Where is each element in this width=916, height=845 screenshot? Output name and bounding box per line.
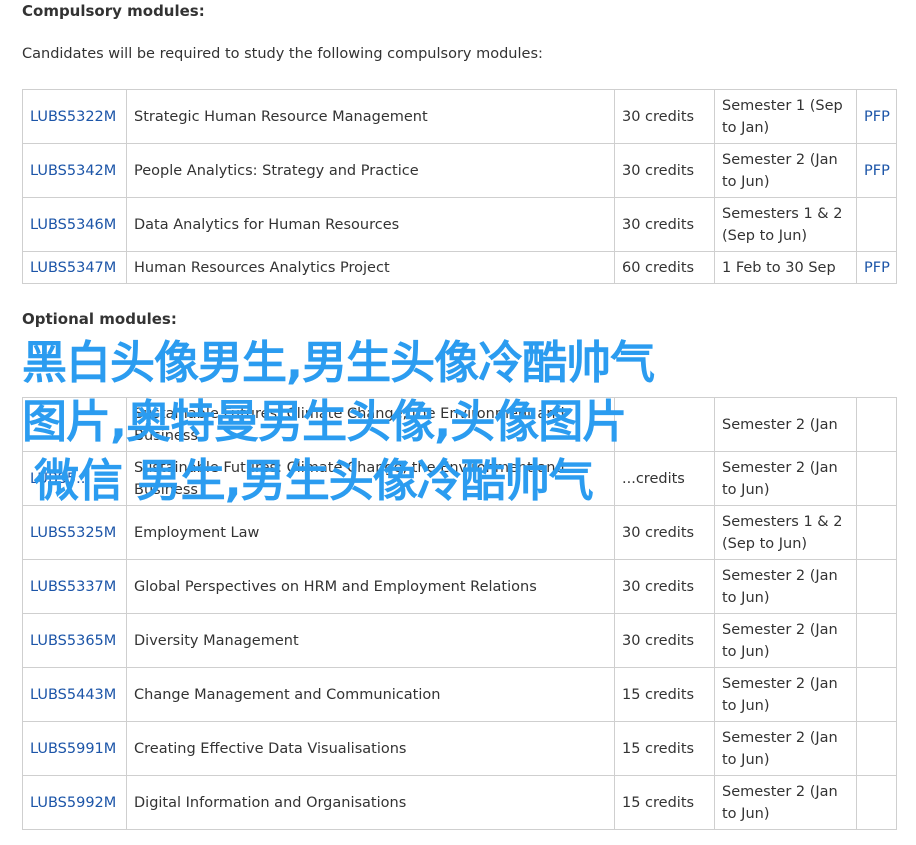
module-semester: Semester 2 (Jan to Jun) bbox=[714, 667, 857, 722]
module-credits: 60 credits bbox=[614, 251, 715, 284]
pfp-cell bbox=[856, 721, 897, 776]
table-row: LUBS5347M Human Resources Analytics Proj… bbox=[22, 251, 897, 284]
pfp-link[interactable]: PFP bbox=[864, 109, 890, 125]
module-title: Digital Information and Organisations bbox=[126, 775, 615, 830]
module-code-link[interactable]: LUBS5322M bbox=[30, 109, 116, 125]
module-credits: 15 credits bbox=[614, 721, 715, 776]
module-title: Strategic Human Resource Management bbox=[126, 89, 615, 144]
module-title: Creating Effective Data Visualisations bbox=[126, 721, 615, 776]
module-title: Employment Law bbox=[126, 505, 615, 560]
module-semester: Semesters 1 & 2 (Sep to Jun) bbox=[714, 505, 857, 560]
module-code-link[interactable]: LUBS5347M bbox=[30, 260, 116, 276]
module-code-cell: LUBS5337M bbox=[22, 559, 127, 614]
module-title: People Analytics: Strategy and Practice bbox=[126, 143, 615, 198]
table-row: LUBS5342M People Analytics: Strategy and… bbox=[22, 143, 897, 198]
pfp-cell bbox=[856, 559, 897, 614]
module-code-cell: LUBS5443M bbox=[22, 667, 127, 722]
module-code-link[interactable]: LUBS5365M bbox=[30, 633, 116, 649]
module-code-cell: LUBS5322M bbox=[22, 89, 127, 144]
table-row: LUBS5322M Strategic Human Resource Manag… bbox=[22, 89, 897, 144]
module-credits: 15 credits bbox=[614, 667, 715, 722]
optional-heading: Optional modules: bbox=[22, 310, 177, 328]
module-semester: Semester 2 (Jan to Jun) bbox=[714, 613, 857, 668]
module-code-link[interactable]: LUBS5346M bbox=[30, 217, 116, 233]
module-credits: 30 credits bbox=[614, 505, 715, 560]
pfp-cell bbox=[856, 451, 897, 506]
module-title: Global Perspectives on HRM and Employmen… bbox=[126, 559, 615, 614]
pfp-cell bbox=[856, 667, 897, 722]
module-code-cell: LUBS5346M bbox=[22, 197, 127, 252]
module-semester: 1 Feb to 30 Sep bbox=[714, 251, 857, 284]
pfp-cell bbox=[856, 397, 897, 452]
module-code-cell bbox=[22, 397, 127, 452]
module-title: Sustainable Futures: Climate Change, the… bbox=[126, 397, 615, 452]
watermark-line-1: 黑白头像男生,男生头像冷酷帅气 bbox=[22, 336, 655, 389]
module-code-link[interactable]: LUBS5... bbox=[30, 471, 90, 487]
module-code-cell: LUBS5991M bbox=[22, 721, 127, 776]
table-row: LUBS5346M Data Analytics for Human Resou… bbox=[22, 197, 897, 252]
module-credits: 30 credits bbox=[614, 613, 715, 668]
module-code-cell: LUBS5342M bbox=[22, 143, 127, 198]
module-credits: 30 credits bbox=[614, 143, 715, 198]
compulsory-intro: Candidates will be required to study the… bbox=[22, 46, 543, 62]
table-row: LUBS5... Sustainable Futures: Climate Ch… bbox=[22, 451, 897, 506]
pfp-cell bbox=[856, 197, 897, 252]
module-credits: 30 credits bbox=[614, 197, 715, 252]
table-row: LUBS5325M Employment Law 30 credits Seme… bbox=[22, 505, 897, 560]
compulsory-heading: Compulsory modules: bbox=[22, 2, 205, 20]
module-credits: 30 credits bbox=[614, 559, 715, 614]
pfp-cell bbox=[856, 613, 897, 668]
table-row: LUBS5991M Creating Effective Data Visual… bbox=[22, 721, 897, 776]
table-row: LUBS5443M Change Management and Communic… bbox=[22, 667, 897, 722]
module-code-cell: LUBS5347M bbox=[22, 251, 127, 284]
module-title: Human Resources Analytics Project bbox=[126, 251, 615, 284]
module-semester: Semester 2 (Jan to Jun) bbox=[714, 775, 857, 830]
pfp-cell bbox=[856, 775, 897, 830]
table-row: LUBS5337M Global Perspectives on HRM and… bbox=[22, 559, 897, 614]
module-semester: Semester 2 (Jan bbox=[714, 397, 857, 452]
module-code-link[interactable]: LUBS5443M bbox=[30, 687, 116, 703]
module-title: Sustainable Futures: Climate Change, the… bbox=[126, 451, 615, 506]
module-semester: Semester 1 (Sep to Jan) bbox=[714, 89, 857, 144]
pfp-cell bbox=[856, 505, 897, 560]
module-semester: Semesters 1 & 2 (Sep to Jun) bbox=[714, 197, 857, 252]
module-credits: 30 credits bbox=[614, 89, 715, 144]
module-semester: Semester 2 (Jan to Jun) bbox=[714, 559, 857, 614]
table-row: Sustainable Futures: Climate Change, the… bbox=[22, 397, 897, 452]
module-semester: Semester 2 (Jan to Jun) bbox=[714, 721, 857, 776]
module-code-cell: LUBS5365M bbox=[22, 613, 127, 668]
table-row: LUBS5992M Digital Information and Organi… bbox=[22, 775, 897, 830]
pfp-cell: PFP bbox=[856, 143, 897, 198]
module-code-link[interactable]: LUBS5991M bbox=[30, 741, 116, 757]
module-code-cell: LUBS5325M bbox=[22, 505, 127, 560]
module-code-cell: LUBS5... bbox=[22, 451, 127, 506]
module-code-link[interactable]: LUBS5992M bbox=[30, 795, 116, 811]
module-semester: Semester 2 (Jan to Jun) bbox=[714, 451, 857, 506]
module-code-link[interactable]: LUBS5325M bbox=[30, 525, 116, 541]
module-code-link[interactable]: LUBS5337M bbox=[30, 579, 116, 595]
pfp-link[interactable]: PFP bbox=[864, 260, 890, 276]
module-credits: ...credits bbox=[614, 451, 715, 506]
module-title: Change Management and Communication bbox=[126, 667, 615, 722]
module-semester: Semester 2 (Jan to Jun) bbox=[714, 143, 857, 198]
pfp-cell: PFP bbox=[856, 251, 897, 284]
pfp-cell: PFP bbox=[856, 89, 897, 144]
optional-modules-table: Sustainable Futures: Climate Change, the… bbox=[22, 397, 897, 830]
module-credits: 15 credits bbox=[614, 775, 715, 830]
module-title: Diversity Management bbox=[126, 613, 615, 668]
module-code-cell: LUBS5992M bbox=[22, 775, 127, 830]
module-credits bbox=[614, 397, 715, 452]
compulsory-modules-table: LUBS5322M Strategic Human Resource Manag… bbox=[22, 89, 897, 284]
table-row: LUBS5365M Diversity Management 30 credit… bbox=[22, 613, 897, 668]
module-code-link[interactable]: LUBS5342M bbox=[30, 163, 116, 179]
pfp-link[interactable]: PFP bbox=[864, 163, 890, 179]
module-title: Data Analytics for Human Resources bbox=[126, 197, 615, 252]
